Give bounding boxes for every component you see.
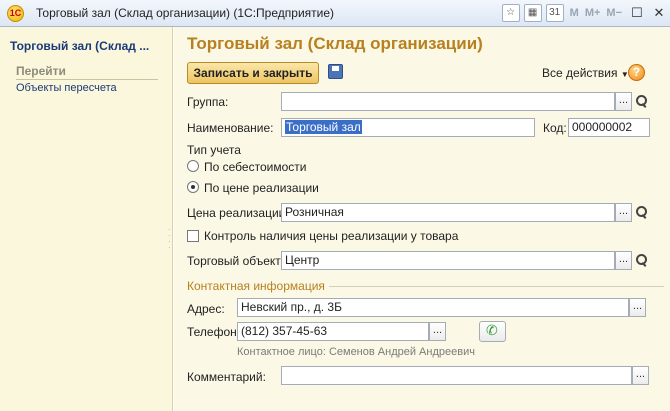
save-icon[interactable] xyxy=(328,64,343,79)
sale-price-input[interactable]: Розничная xyxy=(281,203,615,222)
calculator-icon[interactable]: ▦ xyxy=(523,4,542,22)
save-and-close-button[interactable]: Записать и закрыть xyxy=(187,62,319,84)
memory-minus-button[interactable]: M− xyxy=(606,7,622,19)
accounting-type-label: Тип учета xyxy=(187,143,241,157)
name-input[interactable]: Торговый зал xyxy=(281,118,535,137)
navigation-panel: Торговый зал (Склад ... Перейти Объекты … xyxy=(0,27,173,411)
comment-label: Комментарий: xyxy=(187,370,266,384)
address-input[interactable]: Невский пр., д. 3Б xyxy=(237,298,629,317)
group-divider xyxy=(329,286,664,287)
trade-object-input[interactable]: Центр xyxy=(281,251,615,270)
titlebar-tools: ☆ ▦ 31 M M+ M− ☐ ✕ xyxy=(498,4,666,22)
help-icon[interactable]: ? xyxy=(628,64,645,81)
group-select-button[interactable]: ... xyxy=(615,92,632,111)
app-logo-icon: 1С xyxy=(7,5,24,22)
phone-input[interactable]: (812) 357-45-63 xyxy=(237,322,429,341)
memory-plus-button[interactable]: M+ xyxy=(585,7,601,19)
close-icon[interactable]: ✕ xyxy=(652,5,666,21)
radio-cost[interactable] xyxy=(187,160,199,172)
contact-info-group-title: Контактная информация xyxy=(187,279,325,293)
phone-select-button[interactable]: ... xyxy=(429,322,446,341)
comment-select-button[interactable]: ... xyxy=(632,366,649,385)
trade-object-label: Торговый объект: xyxy=(187,254,285,268)
page-title: Торговый зал (Склад организации) xyxy=(187,34,483,53)
trade-object-search-icon[interactable] xyxy=(632,251,649,270)
price-control-label[interactable]: Контроль наличия цены реализации у товар… xyxy=(204,229,458,243)
phone-label: Телефон: xyxy=(187,325,241,339)
form-area: Торговый зал (Склад организации) Записат… xyxy=(174,27,670,411)
radio-sale-price[interactable] xyxy=(187,181,199,193)
memory-m-button[interactable]: M xyxy=(570,7,579,19)
code-input[interactable]: 000000002 xyxy=(568,118,650,137)
window-titlebar: 1С Торговый зал (Склад организации) (1С:… xyxy=(0,0,670,27)
all-actions-label: Все действия xyxy=(542,66,618,80)
trade-object-select-button[interactable]: ... xyxy=(615,251,632,270)
code-label: Код: xyxy=(543,121,567,135)
radio-cost-label[interactable]: По себестоимости xyxy=(204,160,306,174)
price-control-checkbox[interactable] xyxy=(187,230,199,242)
comment-input[interactable] xyxy=(281,366,632,385)
name-value: Торговый зал xyxy=(285,120,362,134)
maximize-icon[interactable]: ☐ xyxy=(630,5,644,21)
phone-call-icon[interactable] xyxy=(479,321,506,342)
sidebar-link-recount-objects[interactable]: Объекты пересчета xyxy=(16,82,117,94)
all-actions-menu[interactable]: Все действия ▼ xyxy=(542,66,629,80)
group-input[interactable] xyxy=(281,92,615,111)
favorites-icon[interactable]: ☆ xyxy=(501,4,520,22)
group-label: Группа: xyxy=(187,95,229,109)
calendar-icon[interactable]: 31 xyxy=(545,4,564,22)
sidebar-title[interactable]: Торговый зал (Склад ... xyxy=(10,39,149,53)
window-title: Торговый зал (Склад организации) (1С:Пре… xyxy=(36,6,335,20)
group-search-icon[interactable] xyxy=(632,92,649,111)
contact-person-text: Контактное лицо: Семенов Андрей Андрееви… xyxy=(237,346,475,358)
sale-price-search-icon[interactable] xyxy=(632,203,649,222)
address-select-button[interactable]: ... xyxy=(629,298,646,317)
sidebar-section-goto: Перейти xyxy=(16,64,158,80)
sale-price-select-button[interactable]: ... xyxy=(615,203,632,222)
address-label: Адрес: xyxy=(187,302,225,316)
radio-sale-price-label[interactable]: По цене реализации xyxy=(204,181,319,195)
sale-price-label: Цена реализации: xyxy=(187,206,289,220)
name-label: Наименование: xyxy=(187,121,274,135)
panel-splitter[interactable]: · · · · xyxy=(168,226,172,257)
